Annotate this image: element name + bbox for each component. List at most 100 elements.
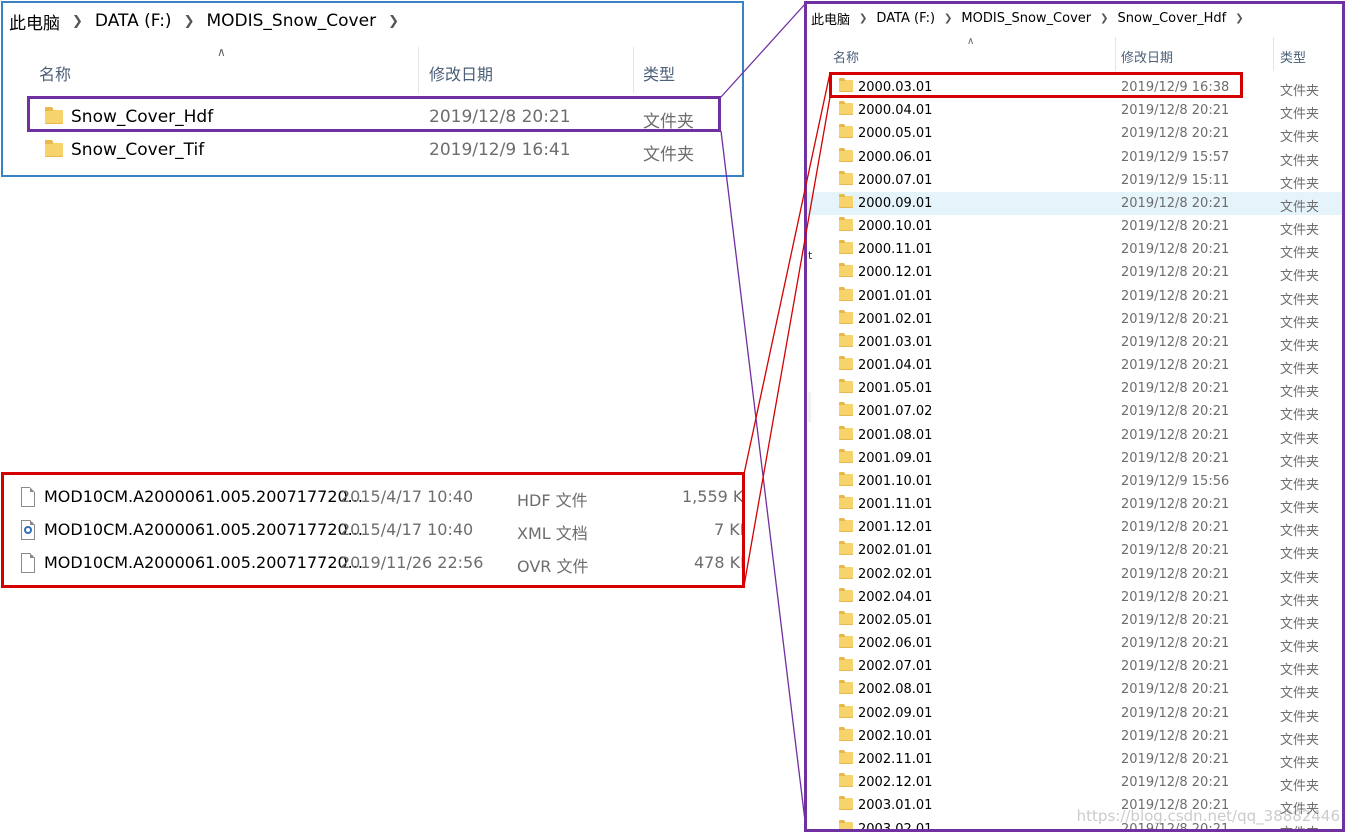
column-divider[interactable]	[633, 47, 634, 93]
list-item[interactable]: 2000.10.01 2019/12/8 20:21 文件夹	[807, 215, 1342, 238]
file-name: 2002.11.01	[858, 751, 933, 767]
breadcrumb-item-subfolder[interactable]: Snow_Cover_Hdf	[1118, 11, 1227, 26]
file-name: 2001.11.01	[858, 497, 933, 513]
folder-icon	[839, 796, 853, 811]
selection-highlight-box	[27, 96, 721, 132]
list-item[interactable]: 2002.12.01 2019/12/8 20:21 文件夹	[807, 771, 1342, 794]
file-type: 文件夹	[643, 145, 694, 165]
sort-ascending-icon: ∧	[217, 45, 226, 59]
list-item[interactable]: 2000.11.01 2019/12/8 20:21 文件夹	[807, 238, 1342, 261]
chevron-right-icon[interactable]: ❯	[859, 13, 867, 24]
list-item[interactable]: 2002.01.01 2019/12/8 20:21 文件夹	[807, 539, 1342, 562]
file-name: 2002.07.01	[858, 659, 933, 675]
column-header-name[interactable]: 名称	[833, 47, 859, 66]
list-item[interactable]: 2000.12.01 2019/12/8 20:21 文件夹	[807, 261, 1342, 284]
file-type: 文件夹	[1280, 338, 1320, 354]
list-item[interactable]: 2002.07.01 2019/12/8 20:21 文件夹	[807, 655, 1342, 678]
modified-date: 2019/12/8 20:21	[1121, 589, 1230, 605]
column-header-date[interactable]: 修改日期	[1121, 47, 1173, 66]
list-item[interactable]: 2001.02.01 2019/12/8 20:21 文件夹	[807, 308, 1342, 331]
list-item[interactable]: 2002.09.01 2019/12/8 20:21 文件夹	[807, 702, 1342, 725]
file-icon	[21, 487, 35, 507]
list-item[interactable]: 2000.04.01 2019/12/8 20:21 文件夹	[807, 99, 1342, 122]
file-name: 2000.10.01	[858, 219, 933, 235]
breadcrumb-item-folder[interactable]: MODIS_Snow_Cover	[961, 11, 1091, 26]
breadcrumb-item-folder[interactable]: MODIS_Snow_Cover	[206, 11, 376, 31]
folder-icon	[839, 495, 853, 510]
list-item[interactable]: 2000.09.01 2019/12/8 20:21 文件夹	[807, 191, 1342, 216]
folder-icon	[839, 217, 853, 232]
list-item[interactable]: 2001.01.01 2019/12/8 20:21 文件夹	[807, 285, 1342, 308]
chevron-right-icon[interactable]: ❯	[944, 13, 952, 24]
chevron-right-icon[interactable]: ❯	[1100, 13, 1108, 24]
file-size: 478 KB	[694, 553, 742, 572]
list-item[interactable]: 2001.07.02 2019/12/8 20:21 文件夹	[807, 400, 1342, 423]
modified-date: 2019/12/8 20:21	[1121, 334, 1230, 350]
column-header-date[interactable]: 修改日期	[429, 61, 493, 85]
right-explorer-window: 此电脑 ❯ DATA (F:) ❯ MODIS_Snow_Cover ❯ Sno…	[804, 1, 1345, 832]
list-item[interactable]: 2001.03.01 2019/12/8 20:21 文件夹	[807, 331, 1342, 354]
list-item[interactable]: 2001.09.01 2019/12/8 20:21 文件夹	[807, 447, 1342, 470]
list-item[interactable]: 2001.04.01 2019/12/8 20:21 文件夹	[807, 354, 1342, 377]
breadcrumb-item-drive[interactable]: DATA (F:)	[95, 11, 172, 31]
modified-date: 2019/12/8 20:21	[1121, 497, 1230, 513]
file-type: 文件夹	[1280, 779, 1320, 795]
list-item[interactable]: 2002.02.01 2019/12/8 20:21 文件夹	[807, 563, 1342, 586]
file-name: 2002.06.01	[858, 636, 933, 652]
list-item[interactable]: 2000.05.01 2019/12/8 20:21 文件夹	[807, 122, 1342, 145]
modified-date: 2019/12/8 20:21	[1121, 682, 1230, 698]
list-item[interactable]: 2001.11.01 2019/12/8 20:21 文件夹	[807, 493, 1342, 516]
chevron-right-icon[interactable]: ❯	[72, 14, 83, 29]
list-item[interactable]: 2002.06.01 2019/12/8 20:21 文件夹	[807, 632, 1342, 655]
file-name: 2001.12.01	[858, 520, 933, 536]
list-item[interactable]: MOD10CM.A2000061.005.200717720... 2019/1…	[4, 546, 742, 579]
list-item[interactable]: 2002.11.01 2019/12/8 20:21 文件夹	[807, 748, 1342, 771]
modified-date: 2019/12/8 20:21	[1121, 520, 1230, 536]
folder-icon	[839, 657, 853, 672]
column-divider[interactable]	[1115, 37, 1116, 71]
breadcrumb-item-drive[interactable]: DATA (F:)	[876, 11, 935, 26]
file-type: HDF 文件	[517, 491, 588, 510]
chevron-right-icon[interactable]: ❯	[1235, 13, 1243, 24]
list-item[interactable]: 2001.08.01 2019/12/8 20:21 文件夹	[807, 424, 1342, 447]
folder-icon	[839, 518, 853, 533]
file-type: 文件夹	[1280, 686, 1320, 702]
file-name: 2002.12.01	[858, 775, 933, 791]
list-item[interactable]: MOD10CM.A2000061.005.200717720... 2015/4…	[4, 480, 742, 513]
folder-list: 2000.03.01 2019/12/9 16:38 文件夹 2000.04.01 20…	[807, 76, 1342, 829]
file-type: 文件夹	[1280, 84, 1320, 99]
list-item[interactable]: 2000.06.01 2019/12/9 15:57 文件夹	[807, 146, 1342, 169]
column-header-type[interactable]: 类型	[643, 61, 675, 85]
folder-icon	[839, 726, 853, 741]
modified-date: 2019/12/8 20:21	[1121, 288, 1230, 304]
file-name: 2000.11.01	[858, 242, 933, 258]
folder-icon	[839, 379, 853, 394]
breadcrumb: 此电脑 ❯ DATA (F:) ❯ MODIS_Snow_Cover ❯	[9, 9, 411, 34]
column-divider[interactable]	[1273, 37, 1274, 71]
modified-date: 2019/12/8 20:21	[1121, 427, 1230, 443]
modified-date: 2019/12/9 16:41	[429, 140, 571, 160]
list-item[interactable]: 2001.10.01 2019/12/9 15:56 文件夹	[807, 470, 1342, 493]
file-type: 文件夹	[1280, 362, 1320, 378]
column-header-type[interactable]: 类型	[1280, 47, 1306, 66]
column-divider[interactable]	[418, 47, 419, 93]
list-item[interactable]: 2002.10.01 2019/12/8 20:21 文件夹	[807, 725, 1342, 748]
list-item[interactable]: 2001.05.01 2019/12/8 20:21 文件夹	[807, 377, 1342, 400]
file-type: 文件夹	[1280, 385, 1320, 401]
file-type: 文件夹	[1280, 663, 1320, 679]
list-item[interactable]: MOD10CM.A2000061.005.200717720... 2015/4…	[4, 513, 742, 546]
list-item[interactable]: Snow_Cover_Tif 2019/12/9 16:41 文件夹	[3, 133, 742, 165]
list-item[interactable]: 2001.12.01 2019/12/8 20:21 文件夹	[807, 516, 1342, 539]
list-item[interactable]: 2002.05.01 2019/12/8 20:21 文件夹	[807, 609, 1342, 632]
chevron-right-icon[interactable]: ❯	[388, 14, 399, 29]
breadcrumb-item-this-pc[interactable]: 此电脑	[9, 9, 60, 34]
column-header-name[interactable]: 名称	[39, 61, 71, 85]
file-name: 2001.10.01	[858, 473, 933, 489]
modified-date: 2019/12/8 20:21	[1121, 381, 1230, 397]
breadcrumb-item-this-pc[interactable]: 此电脑	[811, 9, 850, 28]
list-item[interactable]: 2002.08.01 2019/12/8 20:21 文件夹	[807, 678, 1342, 701]
folder-icon	[839, 564, 853, 579]
list-item[interactable]: 2000.07.01 2019/12/9 15:11 文件夹	[807, 169, 1342, 192]
list-item[interactable]: 2002.04.01 2019/12/8 20:21 文件夹	[807, 586, 1342, 609]
chevron-right-icon[interactable]: ❯	[184, 14, 195, 29]
